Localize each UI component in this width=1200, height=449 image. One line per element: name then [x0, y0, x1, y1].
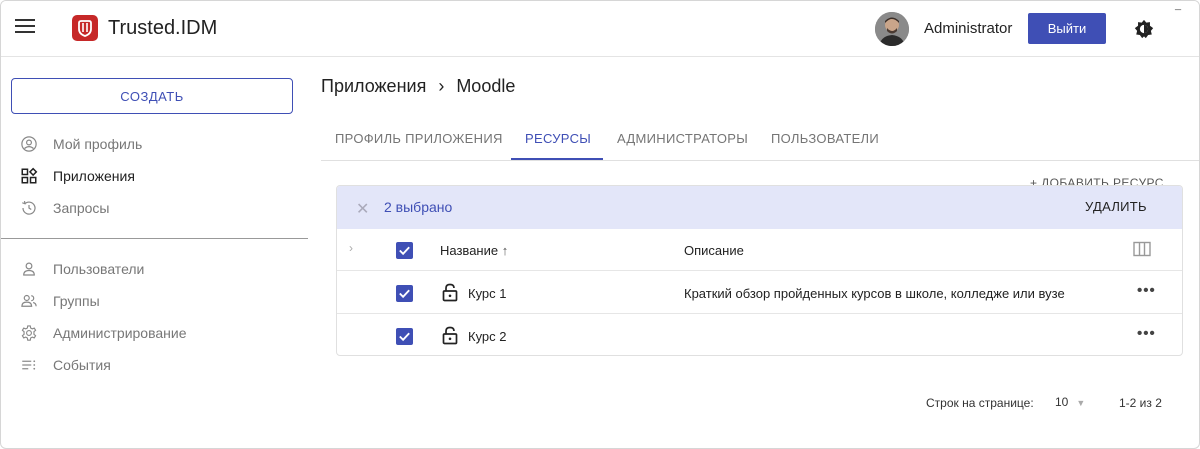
event-list-icon	[22, 360, 36, 370]
sidebar-item-groups[interactable]: Группы	[1, 287, 308, 315]
column-header-description: Описание	[684, 243, 744, 258]
breadcrumb-parent[interactable]: Приложения	[321, 76, 426, 96]
sidebar-item-label: Пользователи	[53, 261, 145, 277]
breadcrumb-chevron-icon: ›	[438, 76, 445, 96]
column-header-name[interactable]: Название ↑	[440, 243, 508, 258]
table-row[interactable]: Курс 1 Краткий обзор пройденных курсов в…	[337, 272, 1182, 314]
rows-per-page-select[interactable]: 10 ▼	[1055, 395, 1085, 409]
hamburger-menu-icon[interactable]	[15, 19, 35, 39]
sidebar-item-label: События	[53, 357, 111, 373]
window-mark: ¯	[1175, 9, 1182, 21]
sidebar-item-label: Приложения	[53, 168, 135, 184]
tab-administrators[interactable]: АДМИНИСТРАТОРЫ	[617, 131, 748, 146]
tab-app-profile[interactable]: ПРОФИЛЬ ПРИЛОЖЕНИЯ	[335, 131, 503, 146]
resource-name[interactable]: Курс 1	[468, 286, 507, 301]
row-more-icon[interactable]: •••	[1137, 325, 1156, 342]
resource-description: Краткий обзор пройденных курсов в школе,…	[684, 286, 1065, 301]
app-window: Trusted.IDM Administrator Выйти ¯ СОЗДАТ…	[0, 0, 1200, 449]
breadcrumb: Приложения › Moodle	[321, 76, 515, 97]
app-title: Trusted.IDM	[108, 17, 218, 39]
dropdown-arrow-icon: ▼	[1076, 398, 1086, 408]
gear-icon	[21, 325, 37, 341]
rows-per-page-value: 10	[1055, 395, 1069, 409]
row-more-icon[interactable]: •••	[1137, 282, 1156, 299]
sidebar: СОЗДАТЬ Мой профиль Приложения Запросы П…	[1, 58, 308, 448]
table-row[interactable]: Курс 2 •••	[337, 315, 1182, 355]
pagination-range: 1-2 из 2	[1119, 396, 1162, 410]
trusted-logo-icon	[72, 15, 98, 41]
resources-table: ✕ 2 выбрано УДАЛИТЬ › Название ↑ Описани…	[336, 185, 1183, 356]
tab-bar: ПРОФИЛЬ ПРИЛОЖЕНИЯ РЕСУРСЫ АДМИНИСТРАТОР…	[321, 121, 1199, 161]
tab-resources[interactable]: РЕСУРСЫ	[525, 131, 591, 146]
sort-arrow-up-icon: ↑	[501, 243, 509, 258]
row-checkbox[interactable]	[396, 285, 413, 302]
rows-per-page-label: Строк на странице:	[926, 396, 1034, 410]
selection-toolbar: ✕ 2 выбрано УДАЛИТЬ	[337, 186, 1182, 229]
table-header-row: › Название ↑ Описание	[337, 229, 1182, 271]
sidebar-item-my-profile[interactable]: Мой профиль	[1, 130, 308, 158]
delete-button[interactable]: УДАЛИТЬ	[1085, 199, 1147, 214]
clear-selection-icon[interactable]: ✕	[356, 199, 369, 219]
column-name-label: Название	[440, 243, 499, 258]
person-icon	[23, 262, 35, 276]
sidebar-item-users[interactable]: Пользователи	[1, 255, 308, 283]
sidebar-divider	[1, 238, 308, 239]
group-icon	[21, 294, 37, 307]
lock-icon	[442, 283, 458, 302]
sidebar-item-applications[interactable]: Приложения	[1, 162, 308, 190]
history-icon	[22, 201, 36, 215]
active-tab-indicator	[511, 158, 603, 160]
create-button[interactable]: СОЗДАТЬ	[11, 78, 293, 114]
user-avatar[interactable]	[875, 12, 909, 46]
account-circle-icon	[21, 136, 37, 152]
sidebar-item-events[interactable]: События	[1, 351, 308, 379]
top-app-bar: Trusted.IDM Administrator Выйти ¯	[1, 1, 1199, 57]
tab-users[interactable]: ПОЛЬЗОВАТЕЛИ	[771, 131, 879, 146]
logout-button[interactable]: Выйти	[1028, 13, 1106, 44]
theme-toggle-icon[interactable]	[1133, 18, 1155, 40]
view-columns-icon[interactable]	[1133, 241, 1151, 257]
breadcrumb-current: Moodle	[456, 76, 516, 96]
sidebar-item-label: Группы	[53, 293, 100, 309]
user-name: Administrator	[924, 20, 1013, 37]
sidebar-item-requests[interactable]: Запросы	[1, 194, 308, 222]
row-checkbox[interactable]	[396, 328, 413, 345]
sidebar-item-label: Администрирование	[53, 325, 187, 341]
lock-icon	[442, 326, 458, 345]
selected-count: 2 выбрано	[384, 199, 453, 215]
resource-name[interactable]: Курс 2	[468, 329, 507, 344]
sidebar-item-label: Запросы	[53, 200, 110, 216]
sidebar-item-administration[interactable]: Администрирование	[1, 319, 308, 347]
apps-grid-icon	[21, 167, 38, 184]
expand-chevron-icon[interactable]: ›	[349, 241, 353, 255]
sidebar-item-label: Мой профиль	[53, 136, 143, 152]
select-all-checkbox[interactable]	[396, 242, 413, 259]
